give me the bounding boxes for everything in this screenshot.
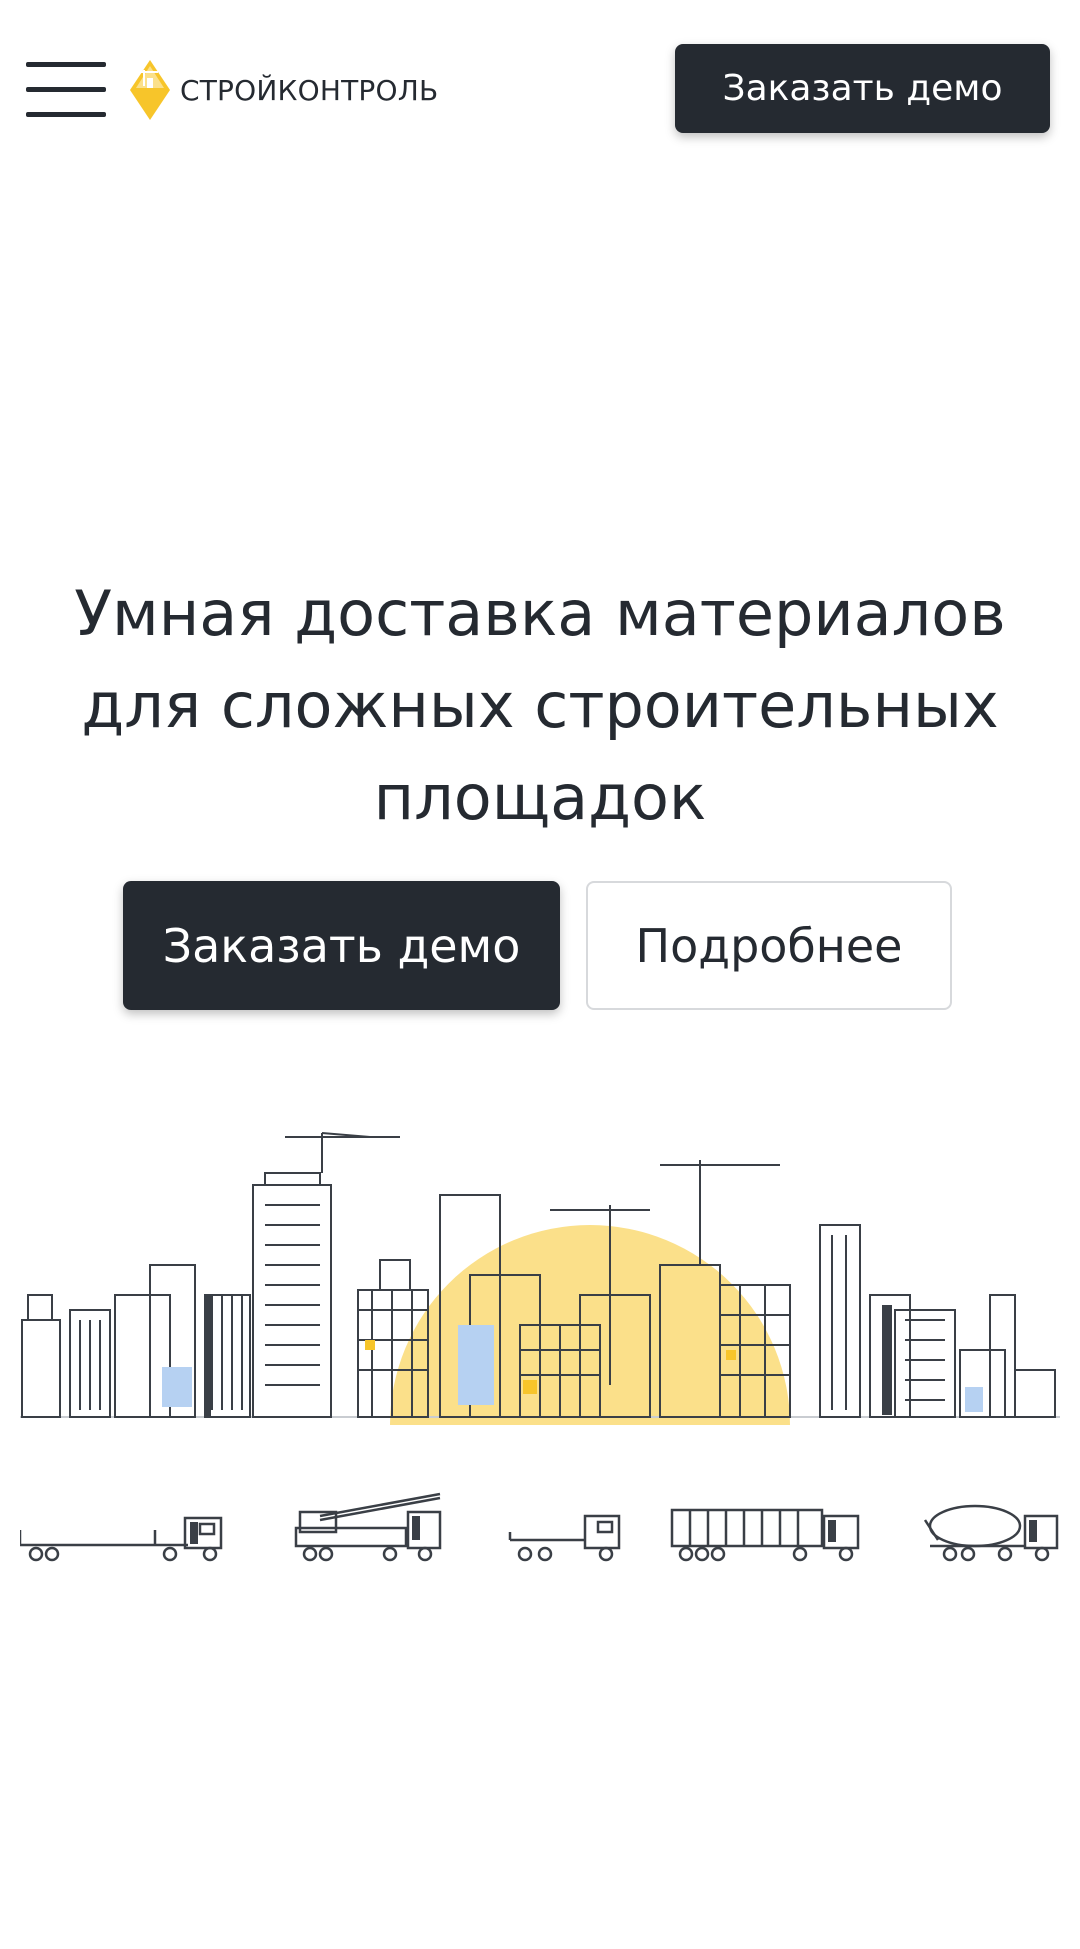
hamburger-menu-icon[interactable] <box>26 62 106 118</box>
concrete-mixer-truck-icon <box>923 1504 1059 1562</box>
hero-title: Умная доставка материалов для сложных ст… <box>74 577 1006 834</box>
site-header: СТРОЙКОНТРОЛЬ Заказать демо <box>0 0 1080 180</box>
learn-more-button[interactable]: Подробнее <box>586 881 952 1010</box>
logo[interactable]: СТРОЙКОНТРОЛЬ <box>128 58 438 122</box>
hero-order-demo-button[interactable]: Заказать демо <box>123 881 560 1010</box>
city-construction-skyline-illustration <box>20 1132 1060 1425</box>
header-order-demo-button[interactable]: Заказать демо <box>675 44 1050 133</box>
small-flatbed-truck-icon <box>508 1514 621 1562</box>
vehicle-lineup-illustration <box>20 1492 1059 1562</box>
diamond-crane-logo-icon <box>130 60 170 120</box>
logo-text: СТРОЙКОНТРОЛЬ <box>180 73 439 107</box>
